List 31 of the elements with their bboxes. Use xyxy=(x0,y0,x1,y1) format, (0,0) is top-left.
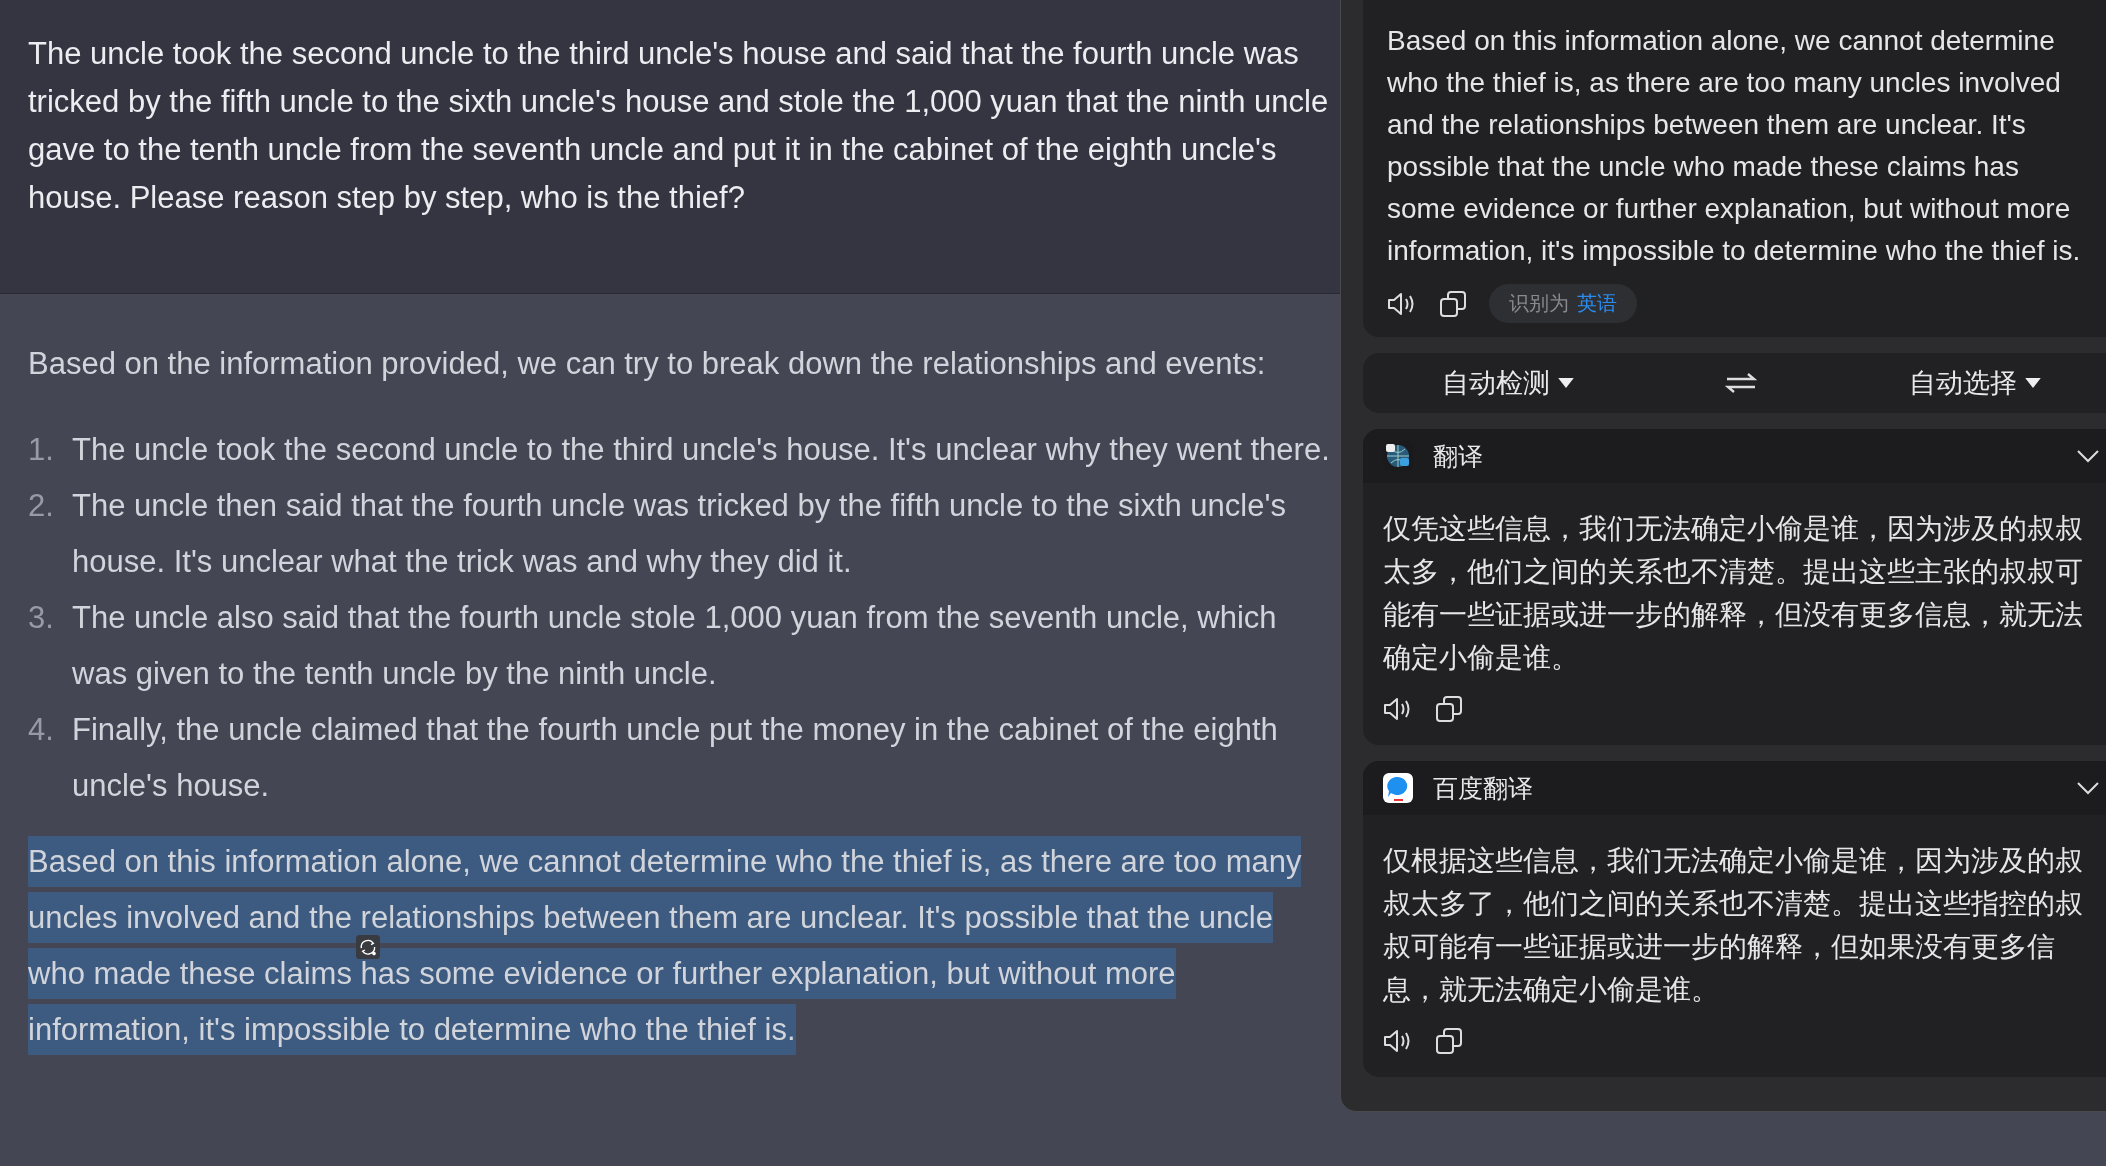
copy-icon[interactable] xyxy=(1435,1027,1463,1055)
translator-name: 翻译 xyxy=(1433,440,1483,472)
chevron-down-icon[interactable] xyxy=(2076,781,2100,795)
translation-text: 仅根据这些信息，我们无法确定小偷是谁，因为涉及的叔叔太多了，他们之间的关系也不清楚。提出这些指控的叔叔可能有一些证据或进一步的解释，但如果没有更多信息，就无法确定小偷是谁。 xyxy=(1382,844,2084,1007)
translate-icon[interactable] xyxy=(356,935,380,959)
result-header[interactable]: 翻译 xyxy=(1363,429,2106,483)
copy-icon[interactable] xyxy=(1439,289,1467,318)
detected-language[interactable]: 英语 xyxy=(1577,290,1617,317)
result-header[interactable]: 百度翻译 xyxy=(1363,761,2106,815)
list-item-text: The uncle took the second uncle to the third uncle's house. It's unclear why they went there. xyxy=(72,431,1331,469)
list-item-text: The uncle then said that the fourth uncle was tricked by the fifth uncle to the sixth uncle's house. It's unclear what the trick was and why they did it. xyxy=(72,487,1287,581)
user-message: The uncle took the second uncle to the third uncle's house and said that the fourth uncle was tricked by the fifth uncle to the sixth uncle's house and stole the 1,000 yuan that the ninth uncle gave to the tenth uncle from the seventh uncle and put it in the cabinet of the eighth uncle's house. Please reason step by step, who is the thief? xyxy=(28,35,1330,217)
caret-icon xyxy=(2025,378,2042,388)
list-number: 4. xyxy=(28,711,55,749)
response-paragraph: Based on the information provided, we can try to break down the relationships and events: xyxy=(28,345,1267,383)
translation-text: 仅凭这些信息，我们无法确定小偷是谁，因为涉及的叔叔太多，他们之间的关系也不清楚。提出这些主张的叔叔可能有一些证据或进一步的解释，但没有更多信息，就无法确定小偷是谁。 xyxy=(1382,512,2084,675)
chevron-down-icon[interactable] xyxy=(2076,449,2100,463)
copy-icon[interactable] xyxy=(1435,695,1463,723)
source-language-dropdown[interactable]: 自动检测 xyxy=(1435,361,1580,405)
speech-bubble-icon xyxy=(1383,773,1413,803)
detected-label: 识别为 xyxy=(1509,291,1569,316)
list-number: 1. xyxy=(28,431,55,469)
target-language-dropdown[interactable]: 自动选择 xyxy=(1903,361,2048,405)
source-text: Based on this information alone, we cannot determine who the thief is, as there are too many uncles involved and the relationships between them are unclear. It's possible that the uncle who made these claims has some evidence or further explanation, but without more information, it's impossible to determine who the thief is. xyxy=(1387,24,2082,268)
list-item-text: Finally, the uncle claimed that the fourth uncle put the money in the cabinet of the eighth uncle's house. xyxy=(72,711,1279,805)
swap-icon[interactable] xyxy=(1725,371,1758,395)
list-item-text: The uncle also said that the fourth uncle stole 1,000 yuan from the seventh uncle, which was given to the tenth uncle by the ninth uncle. xyxy=(72,599,1278,693)
caret-icon xyxy=(1557,378,1574,388)
list-number: 3. xyxy=(28,599,55,637)
translator-name: 百度翻译 xyxy=(1433,772,1533,804)
list-number: 2. xyxy=(28,487,55,525)
